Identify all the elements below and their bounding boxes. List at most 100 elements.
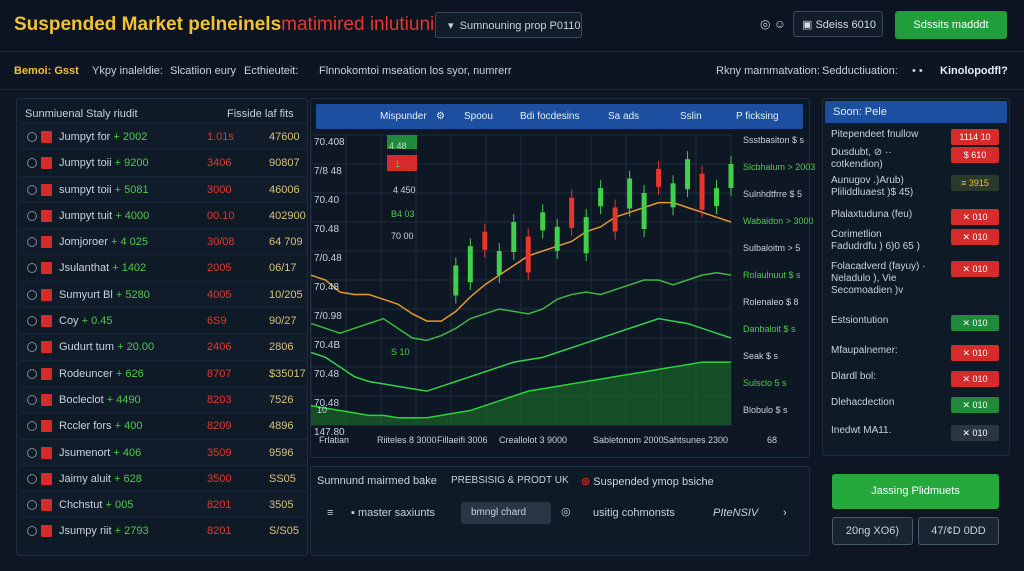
flag-icon	[41, 183, 52, 196]
list-icon[interactable]: ≡	[327, 507, 333, 519]
secondary-button-2[interactable]: 47/¢D 0DD	[918, 517, 999, 545]
candle-body	[641, 193, 647, 229]
order-label-3-text: Suspended ymop bsiche	[593, 476, 714, 488]
right-axis-label: Ssstbasiton $ s	[743, 135, 805, 145]
table-row[interactable]: Jsumenort + 406 3509 9596	[19, 438, 307, 465]
radio-icon[interactable]	[27, 132, 37, 142]
chart-panel: Mispunder ⚙ Spoou Bdi focdesins Sa ads S…	[310, 98, 815, 458]
row-value-2: 3505	[269, 499, 294, 512]
square-icon: ▪	[351, 507, 355, 519]
order-label-4: ▪ master saxiunts	[351, 507, 435, 519]
radio-icon[interactable]	[27, 184, 37, 195]
details-label: Mfaupalnemer:	[831, 345, 898, 356]
table-row[interactable]: Jumpyt for + 2002 1.01s 47600	[19, 123, 307, 150]
subnav-item-3[interactable]: Ecthieuteit:	[244, 65, 298, 77]
radio-icon[interactable]	[27, 394, 37, 405]
tab-5[interactable]: P ficksing	[736, 111, 779, 122]
radio-icon[interactable]	[27, 421, 37, 432]
radio-icon[interactable]	[27, 368, 37, 379]
candle-body	[670, 183, 676, 208]
candle-body	[525, 236, 531, 273]
details-value-button[interactable]: ✕ 010	[951, 209, 999, 225]
radio-icon[interactable]	[27, 342, 37, 353]
row-value-1: 2406	[207, 341, 232, 354]
radio-icon[interactable]	[27, 158, 37, 169]
subnav-item-2[interactable]: Slcatiion eury	[170, 65, 236, 77]
gear-icon[interactable]: ⚙	[436, 111, 445, 122]
subnav-item-0[interactable]: Bemoi: Gsst	[14, 65, 79, 77]
tab-0[interactable]: Mispunder	[380, 111, 427, 122]
secondary-button-1[interactable]: 20ng XO6)	[832, 517, 913, 545]
row-name: Jsumpy riit + 2793	[59, 525, 149, 538]
radio-icon[interactable]	[27, 237, 37, 248]
details-value-button[interactable]: ≡ 3915	[951, 175, 999, 191]
flag-icon	[41, 157, 52, 170]
radio-icon[interactable]	[27, 289, 37, 300]
table-row[interactable]: Jsumpy riit + 2793 8201 S/S05	[19, 517, 307, 543]
subnav-right-2[interactable]: • •	[912, 65, 923, 77]
radio-icon[interactable]	[27, 447, 37, 458]
title-main: Suspended Market pelneinels	[14, 14, 282, 35]
details-value-button[interactable]: ✕ 010	[951, 397, 999, 413]
tab-4[interactable]: Sslin	[680, 111, 702, 122]
row-value-2: 7526	[269, 393, 294, 406]
radio-icon[interactable]	[27, 526, 37, 537]
primary-action-button[interactable]: Jassing Plidmuets	[832, 474, 999, 509]
overlay-label: 4 450	[393, 185, 416, 195]
table-row[interactable]: Chchstut + 005 8201 3505	[19, 491, 307, 518]
chart-tabs: Mispunder ⚙ Spoou Bdi focdesins Sa ads S…	[316, 104, 803, 129]
tab-3[interactable]: Sa ads	[608, 111, 639, 122]
top-icons[interactable]: ◎ ☺	[760, 17, 786, 31]
table-row[interactable]: Jomjoroer + 4 025 30/08 64 709	[19, 228, 307, 255]
y-tick-label: 7/0.48	[314, 253, 342, 264]
tab-1[interactable]: Spoou	[464, 111, 493, 122]
details-value-button[interactable]: ✕ 010	[951, 315, 999, 331]
x-tick-label: Sahtsunes 2300	[663, 435, 729, 445]
wallet-icon: ▣	[802, 19, 813, 31]
price-chart[interactable]	[311, 131, 809, 457]
candle-body	[496, 251, 502, 275]
chevron-right-icon[interactable]: ›	[783, 507, 787, 519]
right-axis-label: Rolenaleo $ 8	[743, 297, 799, 307]
table-row[interactable]: Jumpyt tuit + 4000 00.10 402900	[19, 201, 307, 228]
table-row[interactable]: Bocleclot + 4490 8203 7526	[19, 385, 307, 413]
details-value-button[interactable]: ✕ 010	[951, 425, 999, 441]
subnav-right-0[interactable]: Rkny marnmatvation:	[716, 65, 820, 77]
table-row[interactable]: sumpyt toii + 5081 3000 46006	[19, 175, 307, 202]
table-row[interactable]: Rodeuncer + 626 8707 $35017	[19, 359, 307, 386]
target-icon[interactable]: ◎	[561, 505, 571, 518]
action-button[interactable]: Sdssits madddt	[895, 11, 1007, 39]
details-value-button[interactable]: ✕ 010	[951, 229, 999, 245]
details-value-button[interactable]: $ 610	[951, 147, 999, 163]
details-value-button[interactable]: 1114 10	[951, 129, 999, 145]
details-value-button[interactable]: ✕ 010	[951, 261, 999, 277]
subnav-right-1[interactable]: Sedductiuation:	[822, 65, 898, 77]
subnav-item-4[interactable]: Flnnokomtoi mseation los syor, numrerr	[319, 65, 512, 77]
table-row[interactable]: Jsulanthat + 1402 2005 06/17	[19, 254, 307, 280]
details-value-button[interactable]: ✕ 010	[951, 345, 999, 361]
radio-icon[interactable]	[27, 473, 37, 484]
table-row[interactable]: Jaimy aluit + 628 3500 SS05	[19, 464, 307, 491]
table-row[interactable]: Jumpyt toii + 9200 3406 90807	[19, 149, 307, 175]
order-input[interactable]: bmngl chard	[461, 502, 551, 524]
table-row[interactable]: Coy + 0.45 6S9 90/27	[19, 307, 307, 333]
row-name: Jaimy aluit + 628	[59, 472, 142, 485]
subnav-right-3[interactable]: Kinolopodfl?	[940, 65, 1008, 77]
table-row[interactable]: Gudurt tum + 20.00 2406 2806	[19, 333, 307, 360]
balance-value: Sdeiss 6010	[815, 19, 877, 31]
dropdown-value: Sumnouning prop P0110	[459, 20, 581, 32]
candle-body	[583, 217, 589, 254]
radio-icon[interactable]	[27, 263, 37, 274]
subnav-item-1[interactable]: Ykpy inaleldie:	[92, 65, 163, 77]
table-row[interactable]: Sumyurt Bl + 5280 4005 10/205	[19, 280, 307, 308]
market-dropdown[interactable]: ▾ Sumnouning prop P0110	[435, 12, 582, 38]
radio-icon[interactable]	[27, 316, 37, 327]
table-row[interactable]: Rccler fors + 400 8209 4896	[19, 412, 307, 438]
candle-body	[569, 197, 575, 228]
flag-icon	[41, 446, 52, 459]
radio-icon[interactable]	[27, 500, 37, 511]
details-value-button[interactable]: ✕ 010	[951, 371, 999, 387]
radio-icon[interactable]	[27, 210, 37, 221]
tab-2[interactable]: Bdi focdesins	[520, 111, 579, 122]
order-label-6[interactable]: PIteNSIV	[713, 507, 758, 519]
